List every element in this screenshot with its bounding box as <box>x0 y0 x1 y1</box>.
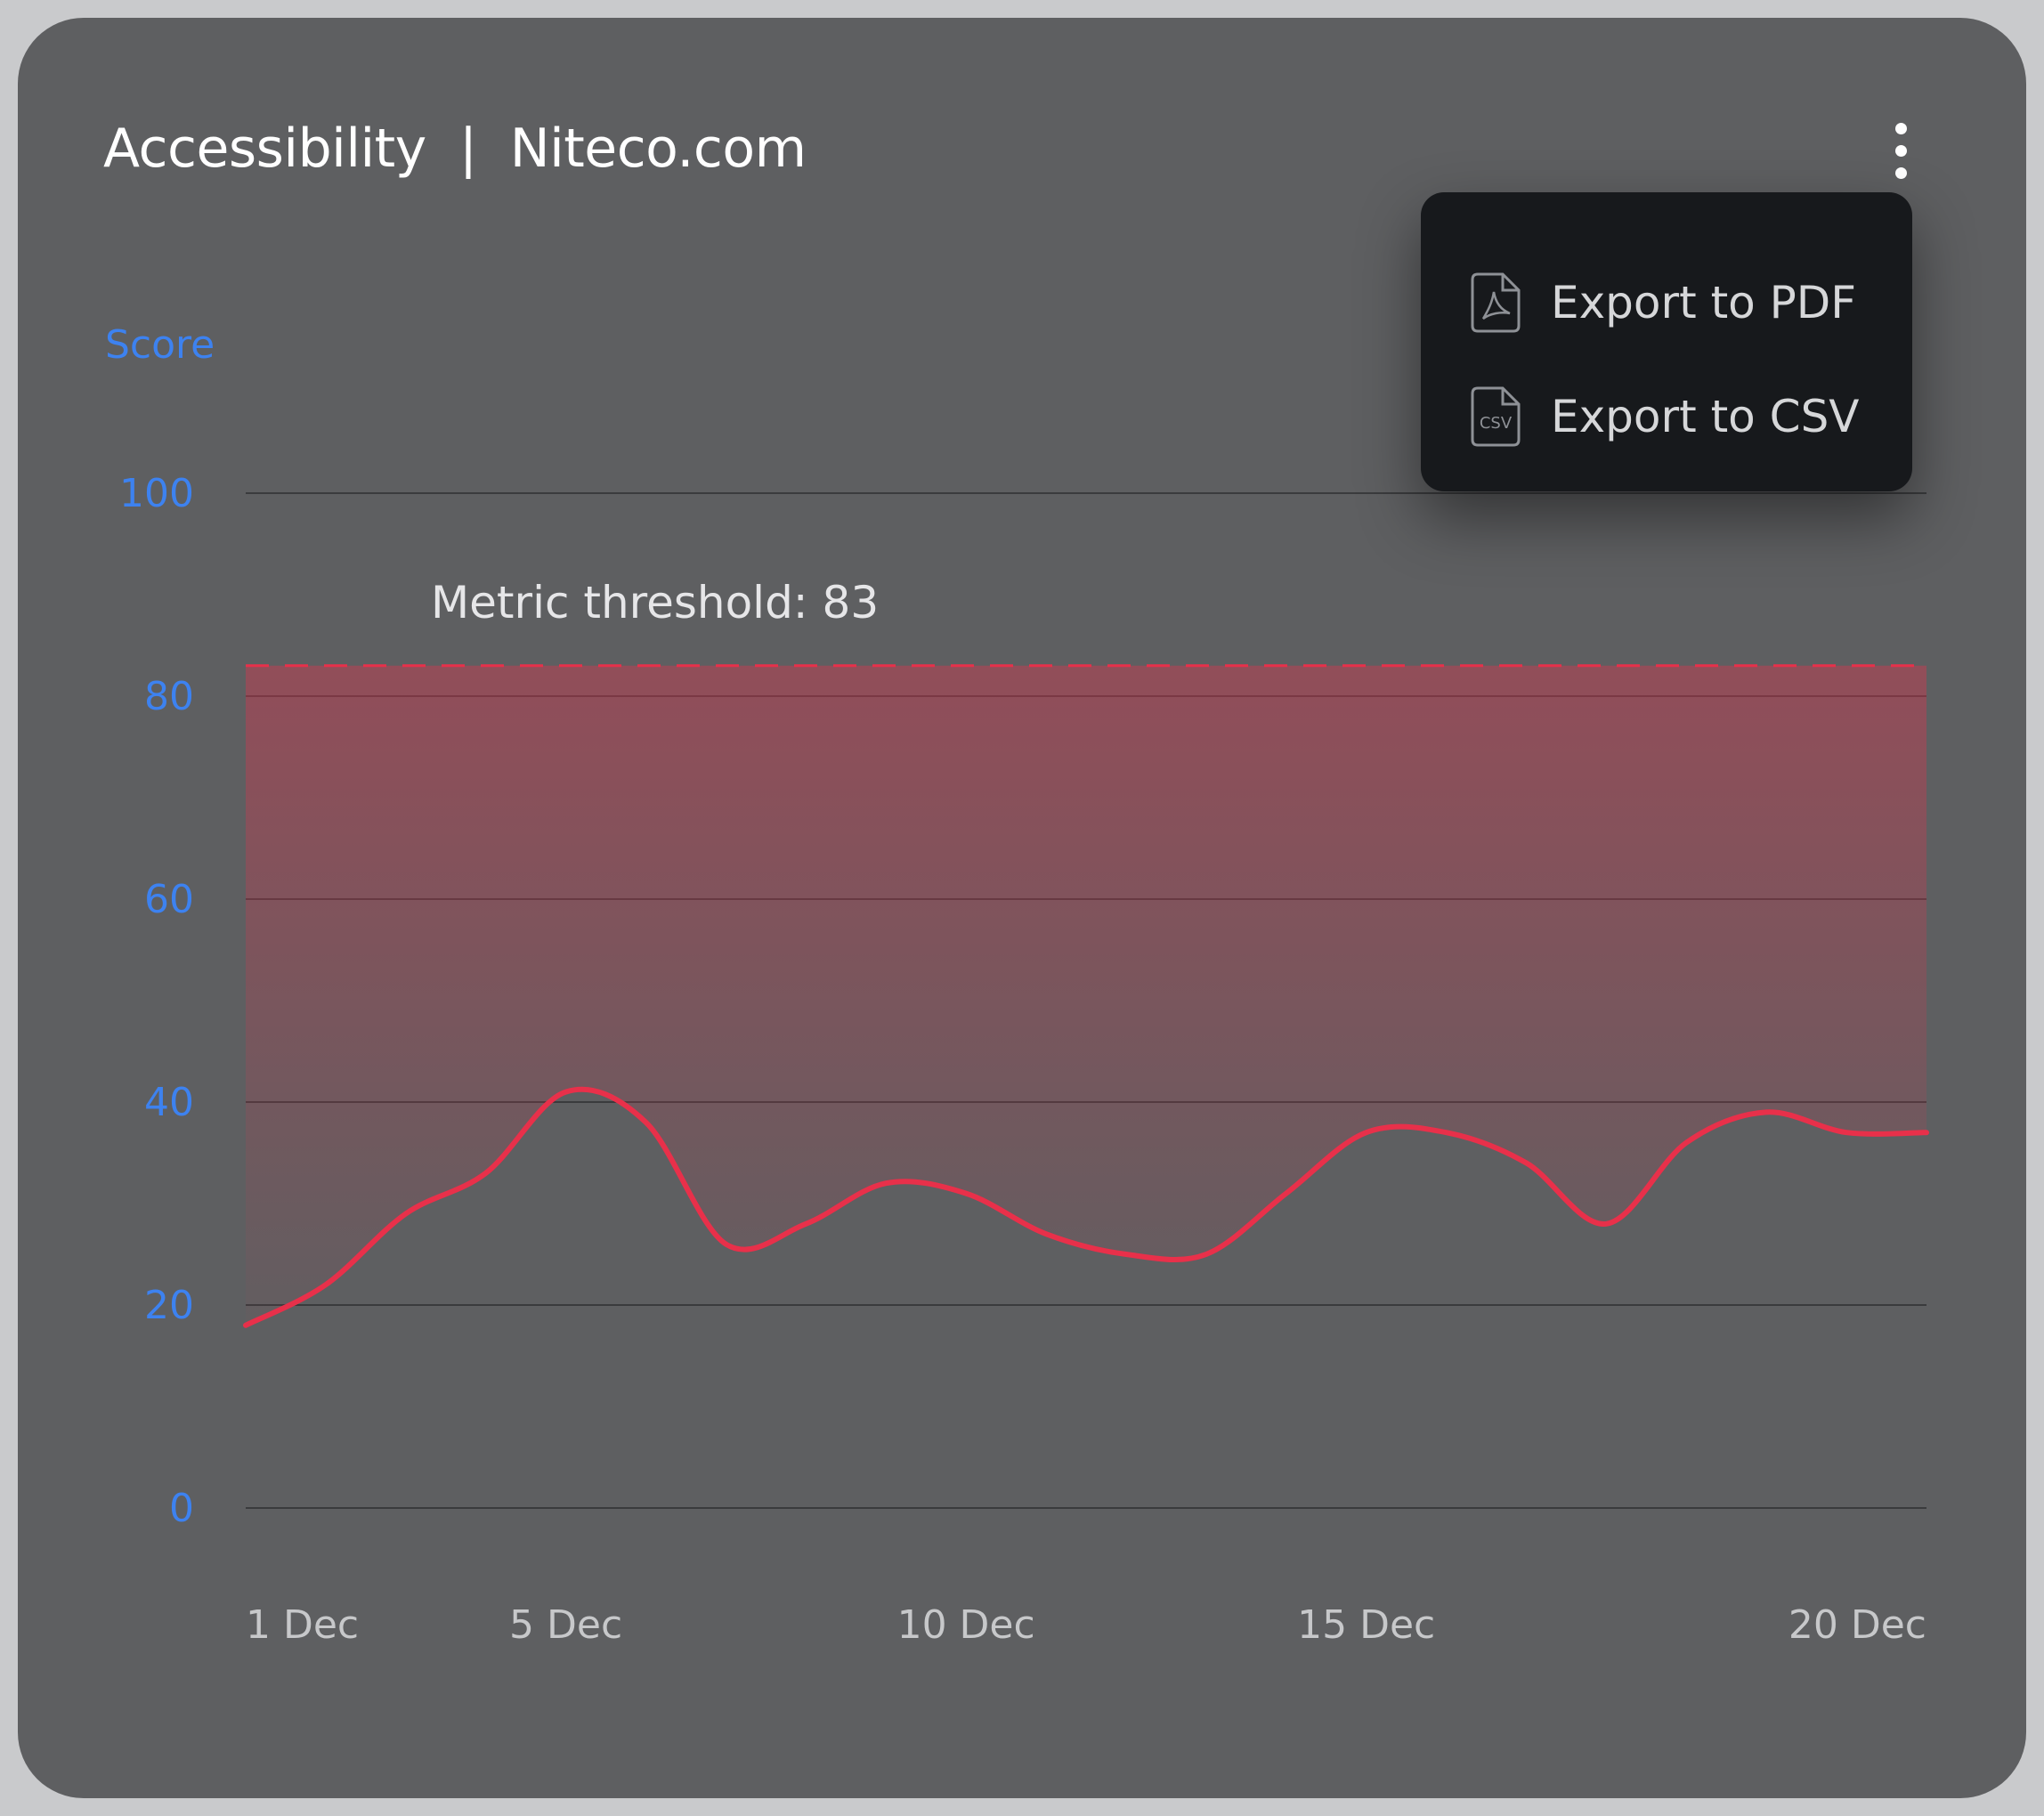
x-tick-label: 5 Dec <box>509 1602 622 1648</box>
y-tick-label: 60 <box>144 877 194 922</box>
pdf-file-icon <box>1471 272 1521 333</box>
csv-file-icon: CSV <box>1471 386 1521 447</box>
threshold-area <box>246 665 1926 1326</box>
x-tick-label: 1 Dec <box>246 1602 359 1648</box>
y-tick-label: 0 <box>169 1486 194 1531</box>
export-csv-label: Export to CSV <box>1551 391 1860 442</box>
y-tick-label: 40 <box>144 1080 194 1125</box>
export-pdf-label: Export to PDF <box>1551 277 1857 328</box>
y-tick-label: 80 <box>144 674 194 719</box>
threshold-label: Metric threshold: 83 <box>431 577 879 628</box>
y-tick-label: 20 <box>144 1283 194 1328</box>
y-tick-label: 100 <box>119 471 194 516</box>
export-csv-menu-item[interactable]: CSV Export to CSV <box>1469 377 1887 457</box>
x-tick-label: 15 Dec <box>1297 1602 1435 1648</box>
y-axis-title: Score <box>105 322 215 368</box>
csv-icon-text: CSV <box>1480 414 1513 433</box>
export-menu: Export to PDF CSV Export to CSV <box>1421 192 1912 491</box>
export-pdf-menu-item[interactable]: Export to PDF <box>1469 263 1887 343</box>
x-tick-label: 10 Dec <box>897 1602 1035 1648</box>
x-tick-label: 20 Dec <box>1788 1602 1926 1648</box>
